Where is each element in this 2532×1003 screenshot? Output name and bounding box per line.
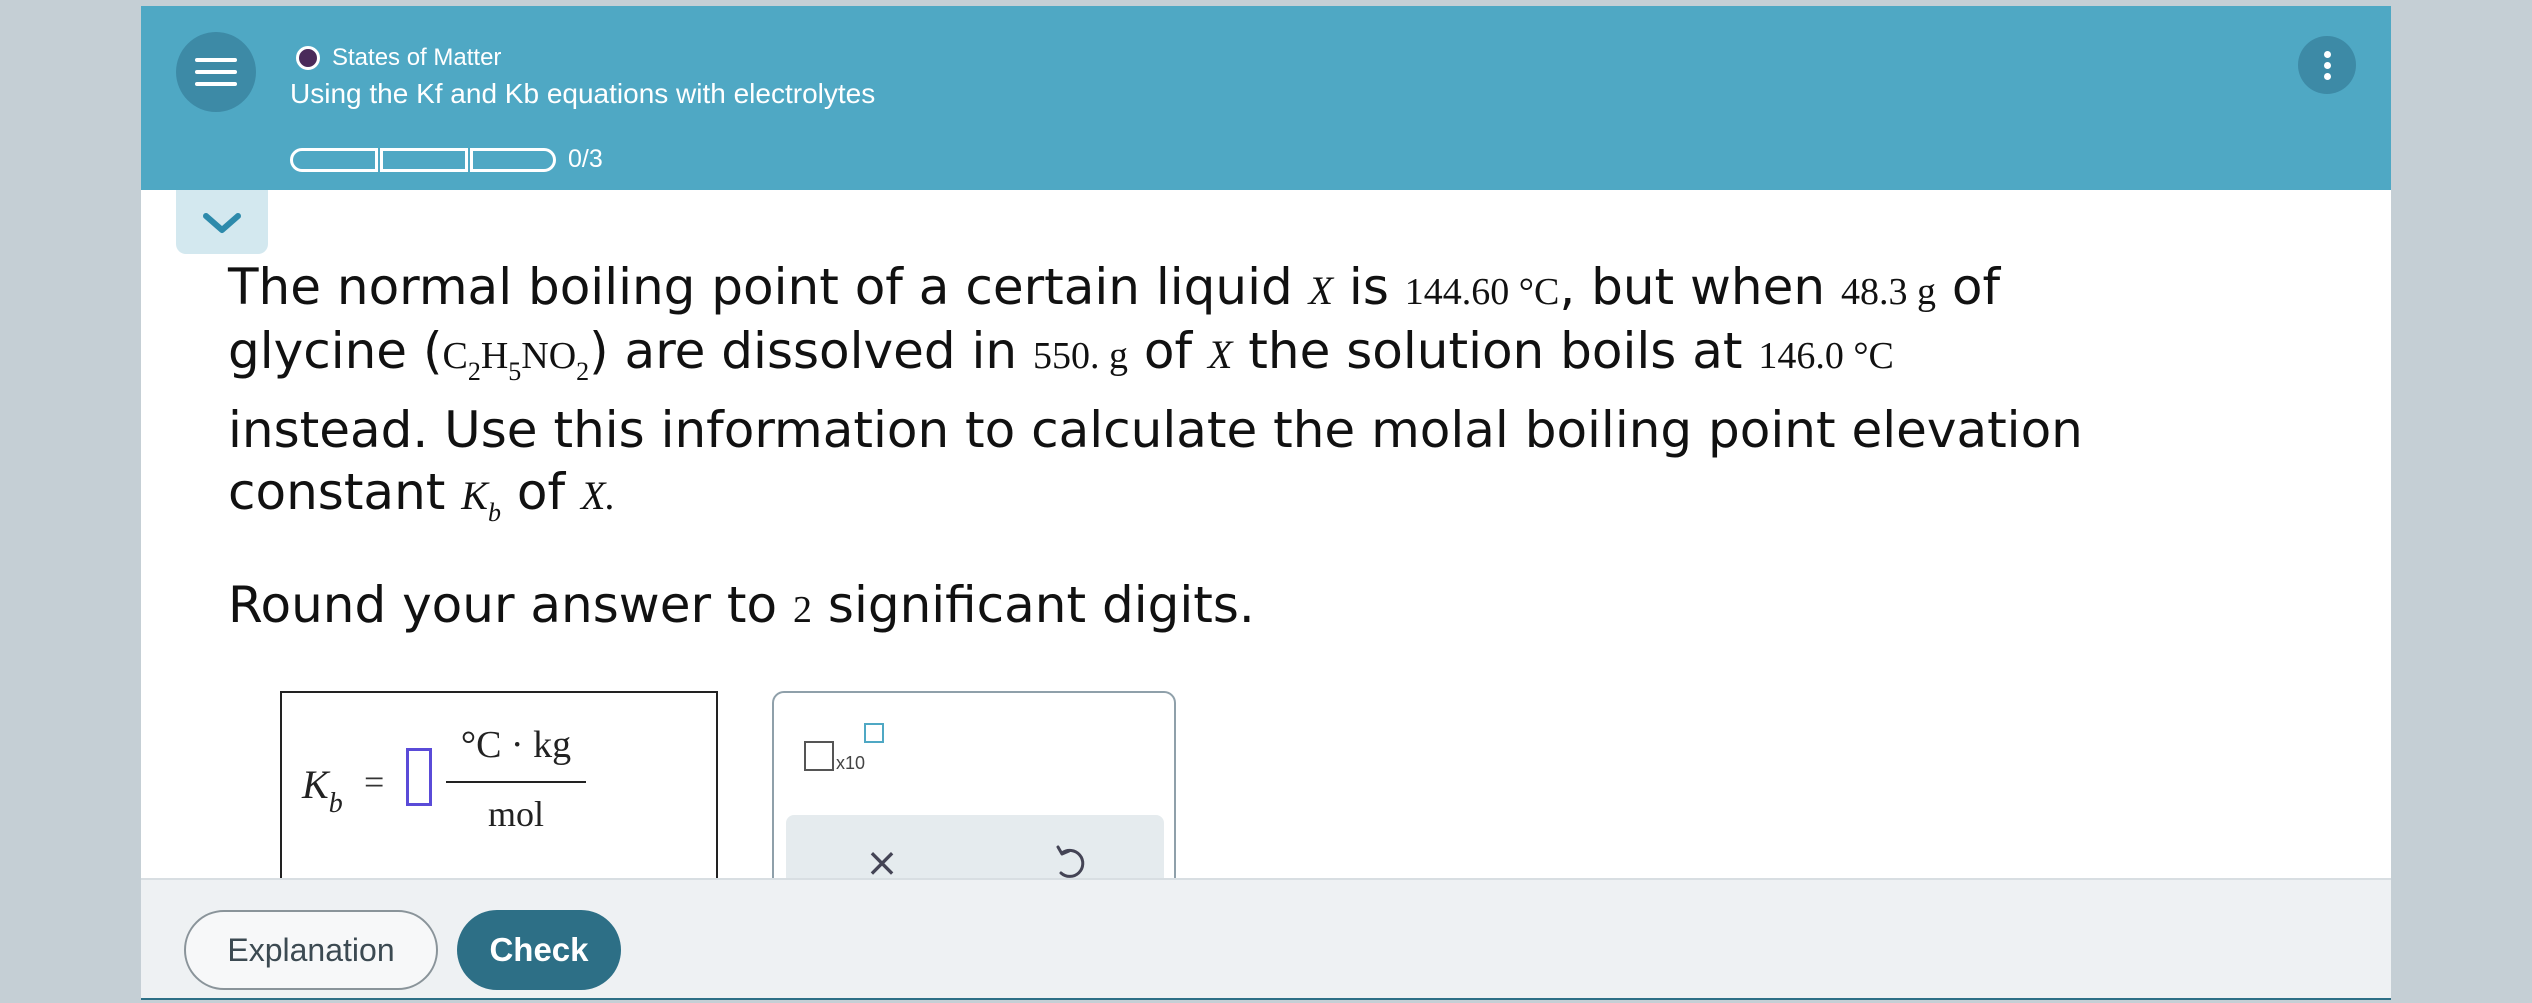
rounding-instruction: Round your answer to 2 significant digit… — [228, 576, 1255, 634]
check-button[interactable]: Check — [457, 910, 621, 990]
progress-indicator: 0/3 — [290, 145, 603, 174]
question-text-span: of — [1127, 322, 1208, 380]
unit-grams: g — [1108, 335, 1128, 377]
math-tool-palette: x10 × — [772, 691, 1176, 891]
placeholder-box-icon — [804, 741, 834, 771]
explanation-button[interactable]: Explanation — [184, 910, 438, 990]
equals-sign: = — [364, 762, 385, 802]
undo-button[interactable] — [1050, 843, 1090, 883]
question-line: glycine (C2H5NO2) are dissolved in 550. … — [228, 322, 1894, 386]
question-text-span: of — [1935, 258, 2001, 316]
constant-k-subscript: b — [487, 498, 501, 527]
unit-numerator: °C · kg — [460, 724, 572, 766]
answer-input[interactable] — [406, 748, 432, 806]
progress-segment — [290, 147, 378, 172]
question-text-span: Round your answer to — [228, 576, 793, 634]
topic-row: States of Matter — [296, 44, 501, 72]
solution-boiling-point-value: 146.0 — [1758, 335, 1844, 377]
formula-subscript: 2 — [467, 357, 481, 386]
header-bar: States of Matter Using the Kf and Kb equ… — [141, 6, 2391, 190]
progress-segment — [380, 147, 468, 172]
solvent-mass-value: 550. — [1032, 335, 1100, 377]
answer-label-subscript: b — [328, 788, 343, 819]
topic-dot-icon — [296, 46, 320, 70]
question-text-span: The normal boiling point of a certain li… — [228, 258, 1309, 316]
formula-element: NO — [521, 335, 577, 377]
question-line: constant Kb of X. — [228, 463, 616, 527]
topic-name: States of Matter — [332, 44, 502, 71]
app-frame: States of Matter Using the Kf and Kb equ… — [141, 6, 2391, 1000]
answer-box: Kb = °C · kg mol — [280, 691, 718, 891]
more-options-button[interactable] — [2298, 36, 2356, 94]
unit-celsius: °C — [1853, 335, 1894, 377]
question-text-span: , but when — [1559, 258, 1841, 316]
lesson-title: Using the Kf and Kb equations with elect… — [290, 78, 876, 109]
scientific-notation-button[interactable]: x10 — [804, 723, 884, 783]
boiling-point-value: 144.60 — [1404, 271, 1510, 313]
menu-icon-bar — [195, 82, 237, 86]
clear-button[interactable]: × — [862, 843, 902, 883]
footer-bar: Explanation Check — [141, 878, 2391, 1000]
menu-icon — [195, 58, 237, 62]
variable-x: X. — [580, 473, 616, 518]
unit-grams: g — [1916, 271, 1936, 313]
menu-button[interactable] — [176, 32, 256, 112]
collapse-toggle[interactable] — [176, 190, 268, 254]
variable-x: X — [1308, 268, 1334, 313]
question-line: instead. Use this information to calcula… — [228, 401, 2083, 459]
progress-count: 0/3 — [568, 145, 603, 173]
solute-mass-value: 48.3 — [1840, 271, 1908, 313]
formula-element: H — [480, 335, 509, 377]
more-vertical-icon-dot — [2324, 73, 2331, 80]
exponent-box-icon — [864, 723, 884, 743]
progress-segment — [470, 147, 556, 172]
more-vertical-icon — [2324, 51, 2331, 58]
formula-subscript: 2 — [576, 357, 590, 386]
question-line: The normal boiling point of a certain li… — [228, 258, 2000, 316]
question-text-span: significant digits. — [812, 576, 1255, 634]
unit-celsius: °C — [1518, 271, 1560, 313]
menu-icon-bar — [195, 70, 237, 74]
unit-denominator: mol — [487, 794, 544, 834]
more-vertical-icon-dot — [2324, 62, 2331, 69]
variable-x: X — [1207, 332, 1233, 377]
question-text-span: glycine ( — [228, 322, 443, 380]
question-text-span: constant — [228, 463, 462, 521]
significant-digits-value: 2 — [793, 589, 812, 631]
formula-element: C — [442, 335, 468, 377]
question-text-span: is — [1333, 258, 1405, 316]
formula-subscript: 5 — [508, 357, 522, 386]
constant-k: K — [461, 473, 488, 518]
question-text-span: of — [500, 463, 581, 521]
answer-label-k: K — [302, 762, 329, 807]
fraction-bar — [446, 781, 586, 783]
question-text-span: the solution boils at — [1232, 322, 1759, 380]
question-text-span: ) are dissolved in — [589, 322, 1033, 380]
chevron-down-icon — [203, 213, 241, 233]
undo-icon — [1056, 845, 1085, 878]
x10-label: x10 — [836, 753, 866, 773]
frame-bottom-border — [141, 998, 2391, 1000]
answer-label: Kb — [302, 761, 343, 819]
